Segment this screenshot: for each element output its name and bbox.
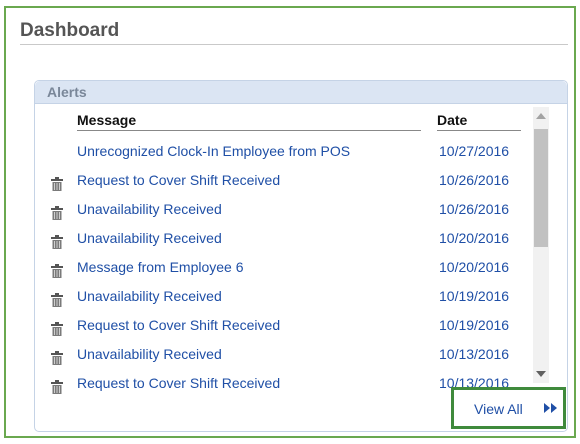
alert-date[interactable]: 10/19/2016 [439, 288, 509, 304]
scroll-up-icon[interactable] [536, 113, 546, 119]
alert-date[interactable]: 10/26/2016 [439, 201, 509, 217]
alert-row: Unavailability Received 10/20/2016 [35, 226, 535, 255]
alert-row: Unrecognized Clock-In Employee from POS 1… [35, 139, 535, 168]
trash-icon[interactable] [51, 380, 63, 394]
scrollbar-thumb[interactable] [534, 129, 548, 247]
alerts-panel: Alerts Message Date Unrecognized Clock-I… [34, 80, 568, 432]
title-divider [20, 44, 568, 45]
view-all-link[interactable]: View All [474, 401, 523, 417]
alert-row: Unavailability Received 10/19/2016 [35, 284, 535, 313]
alerts-scrollbar[interactable] [533, 107, 549, 383]
alert-message-link[interactable]: Request to Cover Shift Received [77, 317, 280, 333]
double-chevron-right-icon[interactable] [543, 401, 559, 415]
alert-message-link[interactable]: Unavailability Received [77, 201, 222, 217]
column-header-date[interactable]: Date [437, 112, 521, 131]
alert-message-link[interactable]: Request to Cover Shift Received [77, 375, 280, 391]
alert-row: Request to Cover Shift Received 10/19/201… [35, 313, 535, 342]
alert-row: Unavailability Received 10/13/2016 [35, 342, 535, 371]
alert-message-link[interactable]: Message from Employee 6 [77, 259, 244, 275]
page-title: Dashboard [20, 20, 120, 41]
alert-row: Unavailability Received 10/26/2016 [35, 197, 535, 226]
alert-date[interactable]: 10/20/2016 [439, 259, 509, 275]
alert-row: Message from Employee 6 10/20/2016 [35, 255, 535, 284]
alert-message-link[interactable]: Unavailability Received [77, 288, 222, 304]
alert-message-link[interactable]: Unavailability Received [77, 230, 222, 246]
trash-icon[interactable] [51, 293, 63, 307]
alert-date[interactable]: 10/27/2016 [439, 143, 509, 159]
trash-icon[interactable] [51, 177, 63, 191]
scroll-down-icon[interactable] [536, 371, 546, 377]
alert-row: Request to Cover Shift Received 10/26/201… [35, 168, 535, 197]
trash-icon[interactable] [51, 264, 63, 278]
alert-message-link[interactable]: Unavailability Received [77, 346, 222, 362]
column-header-message[interactable]: Message [77, 112, 421, 131]
alerts-header: Alerts [35, 81, 567, 104]
trash-icon[interactable] [51, 206, 63, 220]
view-all-highlight: View All [451, 387, 566, 429]
alert-date[interactable]: 10/13/2016 [439, 346, 509, 362]
alert-date[interactable]: 10/19/2016 [439, 317, 509, 333]
alert-message-link[interactable]: Unrecognized Clock-In Employee from POS [77, 143, 350, 159]
alert-date[interactable]: 10/26/2016 [439, 172, 509, 188]
alert-date[interactable]: 10/20/2016 [439, 230, 509, 246]
trash-icon[interactable] [51, 235, 63, 249]
alert-message-link[interactable]: Request to Cover Shift Received [77, 172, 280, 188]
alerts-list: Unrecognized Clock-In Employee from POS 1… [35, 139, 535, 400]
trash-icon[interactable] [51, 351, 63, 365]
trash-icon[interactable] [51, 322, 63, 336]
alerts-title: Alerts [47, 84, 87, 100]
